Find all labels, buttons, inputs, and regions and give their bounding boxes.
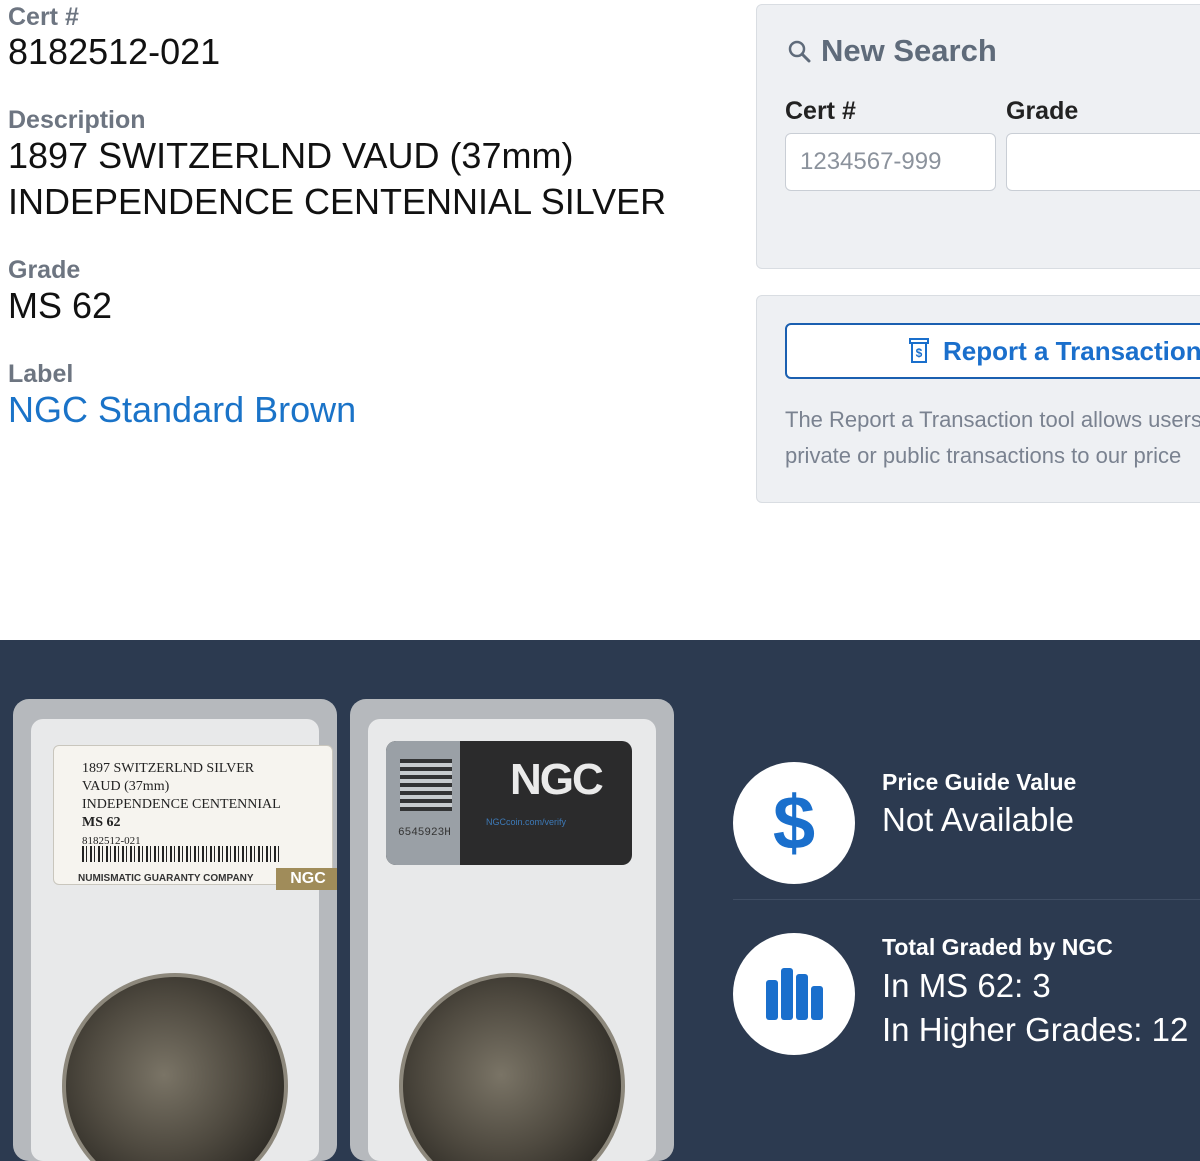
slab-front-holder: 1897 SWITZERLND SILVER VAUD (37mm) INDEP… — [31, 719, 337, 1161]
grade-value: MS 62 — [8, 285, 113, 326]
report-transaction-panel: $ Report a Transaction The Report a Tran… — [756, 295, 1200, 503]
slab-label-line-3: INDEPENDENCE CENTENNIAL — [82, 797, 281, 812]
slab-back-label: 6545923H NGC NGCcoin.com/verify — [386, 741, 632, 865]
slab-back-image[interactable]: 6545923H NGC NGCcoin.com/verify — [350, 699, 674, 1161]
slab-label: 1897 SWITZERLND SILVER VAUD (37mm) INDEP… — [53, 745, 337, 890]
coin-reverse — [399, 973, 625, 1161]
qr-code-icon — [400, 759, 452, 811]
grade-label: Grade — [8, 256, 81, 284]
report-transaction-label: Report a Transaction — [943, 335, 1200, 366]
search-icon — [788, 40, 811, 63]
report-desc-line-2: private or public transactions to our pr… — [785, 443, 1182, 468]
slab-front-image[interactable]: 1897 SWITZERLND SILVER VAUD (37mm) INDEP… — [13, 699, 337, 1161]
cert-number-input[interactable] — [785, 133, 996, 191]
description-line-2: INDEPENDENCE CENTENNIAL SILVER — [8, 181, 667, 222]
slab-label-line-2: VAUD (37mm) — [82, 779, 170, 794]
graded-stat-icon-circle — [733, 933, 855, 1055]
svg-text:$: $ — [916, 346, 923, 360]
description-value: 1897 SWITZERLND VAUD (37mm) INDEPENDENCE… — [8, 133, 728, 225]
slab-back-holder: 6545923H NGC NGCcoin.com/verify — [368, 719, 656, 1161]
receipt-dollar-icon: $ — [909, 338, 929, 363]
label-type-link[interactable]: NGC Standard Brown — [8, 387, 356, 433]
description-line-1: 1897 SWITZERLND VAUD (37mm) — [8, 135, 574, 176]
report-transaction-description: The Report a Transaction tool allows use… — [785, 402, 1200, 474]
graded-higher: In Higher Grades: 12 — [882, 1011, 1189, 1048]
cert-number: 8182512-021 — [8, 31, 221, 72]
barcode — [82, 846, 282, 862]
bar-chart-icon — [766, 968, 823, 1020]
label-label: Label — [8, 360, 74, 388]
price-guide-title: Price Guide Value — [882, 769, 1077, 795]
search-cert-label: Cert # — [785, 97, 856, 125]
svg-text:$: $ — [773, 783, 815, 863]
report-transaction-button[interactable]: $ Report a Transaction — [785, 323, 1200, 379]
new-search-panel: New Search Cert # Grade — [756, 4, 1200, 269]
total-graded-title: Total Graded by NGC — [882, 934, 1113, 960]
stats-divider — [733, 899, 1200, 900]
new-search-title: New Search — [821, 33, 997, 68]
coin-images-section: 1897 SWITZERLND SILVER VAUD (37mm) INDEP… — [0, 640, 1200, 1161]
search-grade-label: Grade — [1006, 97, 1079, 125]
coin-obverse — [62, 973, 288, 1161]
slab-serial: 6545923H — [398, 827, 451, 839]
price-guide-value: Not Available — [882, 801, 1075, 838]
description-label: Description — [8, 106, 146, 134]
graded-in-grade: In MS 62: 3 — [882, 967, 1051, 1004]
dollar-icon: $ — [773, 783, 815, 863]
report-desc-line-1: The Report a Transaction tool allows use… — [785, 407, 1200, 432]
verify-url: NGCcoin.com/verify — [486, 817, 567, 827]
slab-company-name: NUMISMATIC GUARANTY COMPANY — [78, 873, 254, 884]
slab-label-grade: MS 62 — [82, 815, 121, 830]
new-search-heading: New Search — [787, 33, 997, 69]
price-stat-icon-circle: $ — [733, 762, 855, 884]
grade-input[interactable] — [1006, 133, 1200, 191]
slab-label-line-1: 1897 SWITZERLND SILVER — [82, 761, 255, 776]
ngc-logo: NGC — [510, 755, 604, 804]
ngc-badge-logo: NGC — [276, 868, 337, 890]
